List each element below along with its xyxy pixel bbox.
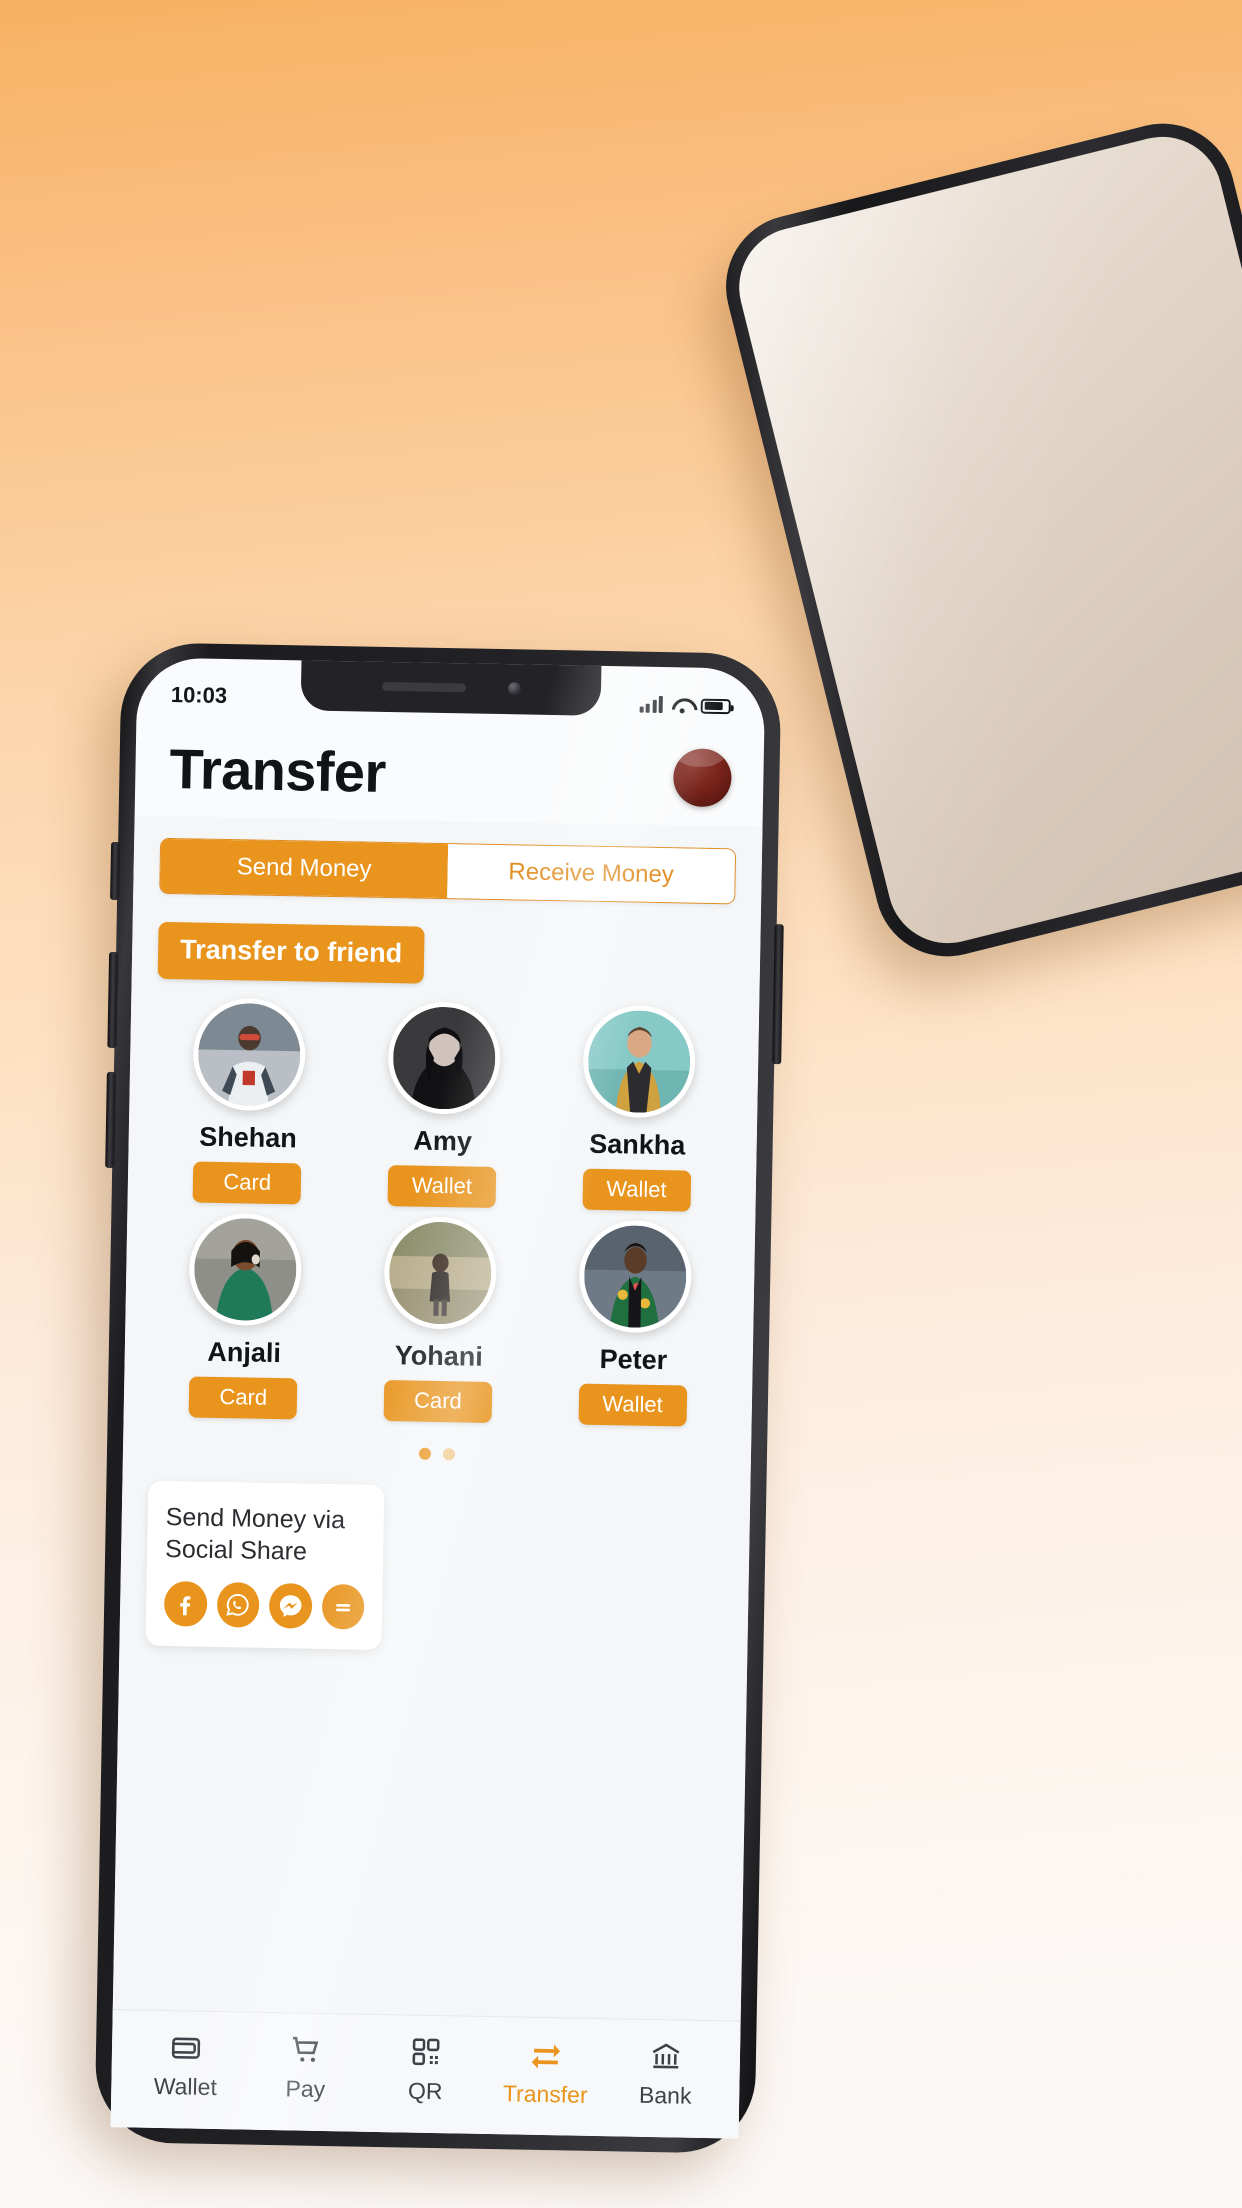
contact-method-badge[interactable]: Card — [188, 1376, 298, 1420]
contact-photo-anjali — [193, 1217, 298, 1322]
contact-method-badge[interactable]: Wallet — [582, 1168, 691, 1212]
contact-avatar — [577, 1219, 692, 1334]
contact-photo-amy — [392, 1006, 497, 1110]
transfer-mode-tabs: Send Money Receive Money — [159, 837, 737, 905]
contact-card[interactable]: Yohani Card — [340, 1215, 538, 1424]
nav-item-wallet[interactable]: Wallet — [125, 2029, 246, 2101]
cellular-signal-icon — [639, 695, 663, 713]
phone-mockup: 10:03 Transfer Send Money Receive Money … — [94, 642, 784, 2154]
section-title-transfer-to-friend: Transfer to friend — [157, 921, 425, 984]
contact-name: Peter — [599, 1343, 668, 1376]
bottom-navigation: Wallet Pay QR Transfer Bank — [110, 2009, 741, 2139]
nav-item-pay[interactable]: Pay — [245, 2031, 366, 2103]
contact-avatar — [581, 1004, 696, 1119]
social-share-title-line1: Send Money via — [165, 1503, 346, 1535]
contact-avatar — [192, 997, 307, 1112]
secondary-phone-screen — [726, 124, 1242, 956]
contact-avatar — [188, 1212, 303, 1327]
phone-volume-up-button — [107, 951, 119, 1049]
nav-item-transfer[interactable]: Transfer — [485, 2034, 606, 2108]
contact-photo-shehan — [197, 1002, 302, 1107]
nav-label: QR — [407, 2077, 443, 2104]
qr-code-icon — [412, 2037, 440, 2065]
battery-icon — [700, 698, 731, 714]
pagination-dot[interactable] — [442, 1448, 456, 1461]
bank-icon — [652, 2042, 680, 2069]
social-share-icons — [163, 1581, 365, 1630]
phone-power-button — [772, 924, 784, 1065]
phone-silent-switch — [110, 841, 121, 901]
front-camera-icon — [507, 681, 521, 695]
contact-avatar — [383, 1216, 498, 1331]
screenshot-stage: 10:03 Transfer Send Money Receive Money … — [0, 0, 1242, 2208]
transfer-icon — [531, 2044, 561, 2068]
screen-content: Send Money Receive Money Transfer to fri… — [110, 815, 763, 2139]
phone-volume-down-button — [105, 1071, 116, 1169]
contact-name: Shehan — [199, 1121, 298, 1154]
contact-card[interactable]: Sankha Wallet — [539, 1004, 737, 1213]
social-share-card: Send Money via Social Share — [145, 1480, 385, 1651]
phone-screen: 10:03 Transfer Send Money Receive Money … — [110, 657, 766, 2139]
phone-notch — [300, 657, 602, 716]
contact-card[interactable]: Shehan Card — [150, 997, 348, 1206]
contact-card[interactable]: Anjali Card — [146, 1212, 344, 1421]
nav-label: Bank — [638, 2081, 692, 2109]
contact-name: Sankha — [589, 1128, 686, 1161]
contact-method-badge[interactable]: Wallet — [578, 1383, 687, 1427]
avatar[interactable] — [672, 748, 732, 808]
more-share-icon[interactable] — [321, 1583, 365, 1630]
app-header: Transfer — [135, 719, 765, 826]
screen-glare — [726, 124, 1242, 956]
status-time: 10:03 — [170, 681, 228, 709]
contact-name: Amy — [413, 1125, 473, 1157]
nav-label: Transfer — [502, 2079, 588, 2108]
wallet-icon — [171, 2037, 201, 2059]
status-icons — [639, 695, 731, 714]
tab-receive-money[interactable]: Receive Money — [447, 844, 736, 904]
contact-photo-yohani — [388, 1221, 493, 1325]
cart-icon — [292, 2036, 319, 2062]
earpiece-speaker-icon — [381, 681, 466, 692]
page-title: Transfer — [168, 736, 387, 804]
contact-avatar — [387, 1001, 502, 1116]
nav-item-qr[interactable]: QR — [365, 2033, 486, 2105]
wifi-icon — [672, 697, 692, 713]
pagination-dot-active[interactable] — [418, 1447, 432, 1460]
tab-send-money[interactable]: Send Money — [160, 838, 449, 899]
contact-method-badge[interactable]: Card — [192, 1161, 302, 1205]
nav-label: Pay — [285, 2074, 326, 2102]
contact-photo-sankha — [586, 1009, 691, 1114]
messenger-icon[interactable] — [268, 1582, 313, 1629]
contact-name: Yohani — [394, 1340, 484, 1372]
nav-item-bank[interactable]: Bank — [605, 2038, 726, 2110]
contact-card[interactable]: Amy Wallet — [344, 1000, 542, 1209]
nav-label: Wallet — [153, 2072, 218, 2100]
contact-photo-peter — [582, 1224, 687, 1329]
contact-name: Anjali — [207, 1336, 282, 1369]
facebook-icon[interactable] — [163, 1581, 208, 1627]
carousel-pagination[interactable] — [123, 1442, 751, 1466]
secondary-phone-mockup — [710, 108, 1242, 972]
contact-method-badge[interactable]: Wallet — [387, 1165, 497, 1209]
contact-card[interactable]: Peter Wallet — [535, 1219, 733, 1428]
contact-method-badge[interactable]: Card — [383, 1380, 493, 1423]
whatsapp-icon[interactable] — [216, 1581, 260, 1628]
social-share-title-line2: Social Share — [164, 1535, 308, 1566]
contacts-grid: Shehan Card Amy Wallet Sankha Wallet Anj… — [146, 997, 738, 1428]
